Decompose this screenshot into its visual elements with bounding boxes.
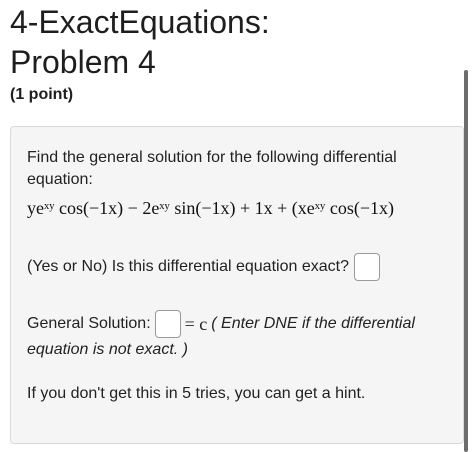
exact-question-row: (Yes or No) Is this differential equatio… — [27, 253, 380, 281]
exact-question-label: (Yes or No) Is this differential equatio… — [27, 258, 349, 275]
general-solution-note: ( Enter DNE if the differential — [211, 315, 415, 332]
differential-equation: yeˣʸ cos(−1x) − 2eˣʸ sin(−1x) + 1x + (xe… — [27, 198, 394, 218]
exact-answer-input[interactable] — [353, 253, 380, 281]
general-solution-input[interactable] — [154, 310, 181, 338]
scrollbar[interactable] — [464, 70, 468, 452]
points-label: (1 point) — [10, 86, 74, 103]
general-solution-row: General Solution: = c ( Enter DNE if the… — [27, 310, 415, 338]
general-solution-note-continued: equation is not exact. ) — [27, 341, 188, 358]
general-solution-label: General Solution: — [27, 315, 151, 332]
hint-text: If you don't get this in 5 tries, you ca… — [27, 385, 366, 402]
problem-intro: Find the general solution for the follow… — [27, 149, 397, 188]
page-title-line2: Problem 4 — [10, 44, 156, 80]
page-title-line1: 4-ExactEquations: — [10, 4, 270, 40]
page-title: 4-ExactEquations: Problem 4 — [10, 2, 450, 82]
general-solution-rhs: = c — [184, 313, 208, 334]
problem-box: Find the general solution for the follow… — [10, 126, 464, 444]
